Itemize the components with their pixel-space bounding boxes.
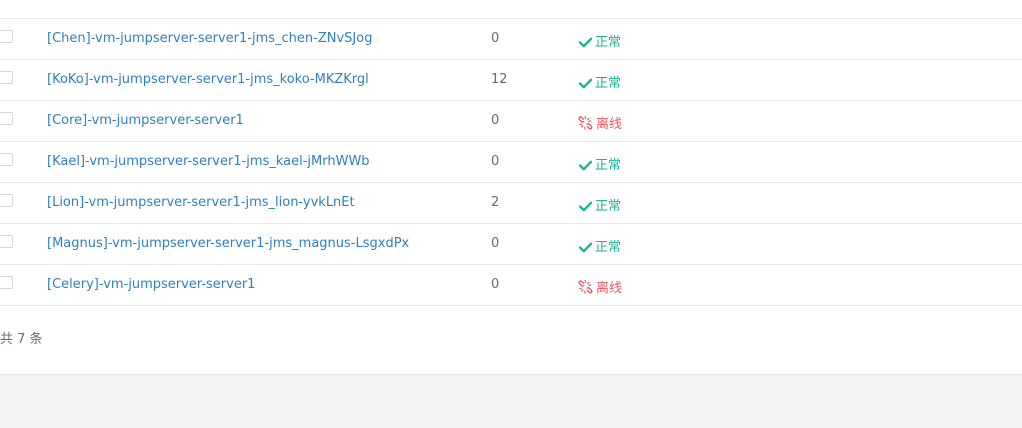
row-checkbox[interactable] (0, 153, 13, 166)
status-label: 正常 (595, 35, 622, 50)
row-checkbox[interactable] (0, 194, 13, 207)
terminal-name-link[interactable]: [Core]-vm-jumpserver-server1 (47, 113, 244, 128)
status-badge: 离线 (578, 277, 622, 298)
status-badge: 正常 (578, 72, 622, 93)
check-icon (578, 78, 593, 93)
terminal-list-panel: [Chen]-vm-jumpserver-server1-jms_chen-ZN… (0, 0, 1022, 375)
status-badge: 正常 (578, 195, 622, 216)
terminal-name-link[interactable]: [Kael]-vm-jumpserver-server1-jms_kael-jM… (47, 154, 370, 169)
status-badge: 正常 (578, 236, 622, 257)
table-row: [Core]-vm-jumpserver-server1 0 离线 (0, 101, 1022, 142)
broken-link-icon (578, 280, 593, 298)
session-count: 0 (491, 31, 500, 46)
check-icon (578, 160, 593, 175)
status-badge: 正常 (578, 154, 622, 175)
status-label: 正常 (595, 240, 622, 255)
status-badge: 离线 (578, 113, 622, 134)
terminal-name-link[interactable]: [Magnus]-vm-jumpserver-server1-jms_magnu… (47, 236, 409, 251)
table-row: [KoKo]-vm-jumpserver-server1-jms_koko-MK… (0, 60, 1022, 101)
table-row: [Chen]-vm-jumpserver-server1-jms_chen-ZN… (0, 19, 1022, 60)
status-badge: 正常 (578, 31, 622, 52)
session-count: 0 (491, 154, 500, 169)
status-label: 正常 (595, 199, 622, 214)
session-count: 0 (491, 113, 500, 128)
status-label: 离线 (596, 281, 623, 296)
row-checkbox[interactable] (0, 71, 13, 84)
terminal-name-link[interactable]: [Chen]-vm-jumpserver-server1-jms_chen-ZN… (47, 31, 372, 46)
terminal-name-link[interactable]: [KoKo]-vm-jumpserver-server1-jms_koko-MK… (47, 72, 369, 87)
table-row: [Lion]-vm-jumpserver-server1-jms_lion-yv… (0, 183, 1022, 224)
row-checkbox[interactable] (0, 30, 13, 43)
row-checkbox[interactable] (0, 112, 13, 125)
row-checkbox[interactable] (0, 235, 13, 248)
session-count: 12 (491, 72, 508, 87)
status-label: 正常 (595, 76, 622, 91)
table-row: [Celery]-vm-jumpserver-server1 0 离线 (0, 265, 1022, 306)
row-checkbox[interactable] (0, 276, 13, 289)
table-row: [Kael]-vm-jumpserver-server1-jms_kael-jM… (0, 142, 1022, 183)
check-icon (578, 37, 593, 52)
status-label: 正常 (595, 158, 622, 173)
check-icon (578, 242, 593, 257)
session-count: 0 (491, 277, 500, 292)
session-count: 2 (491, 195, 500, 210)
status-label: 离线 (596, 117, 623, 132)
total-count-label: 共 7 条 (0, 332, 43, 347)
session-count: 0 (491, 236, 500, 251)
check-icon (578, 201, 593, 216)
terminal-name-link[interactable]: [Celery]-vm-jumpserver-server1 (47, 277, 255, 292)
terminal-table-body: [Chen]-vm-jumpserver-server1-jms_chen-ZN… (0, 19, 1022, 306)
terminal-name-link[interactable]: [Lion]-vm-jumpserver-server1-jms_lion-yv… (47, 195, 355, 210)
page-background (0, 375, 1022, 428)
broken-link-icon (578, 116, 593, 134)
table-row: [Magnus]-vm-jumpserver-server1-jms_magnu… (0, 224, 1022, 265)
